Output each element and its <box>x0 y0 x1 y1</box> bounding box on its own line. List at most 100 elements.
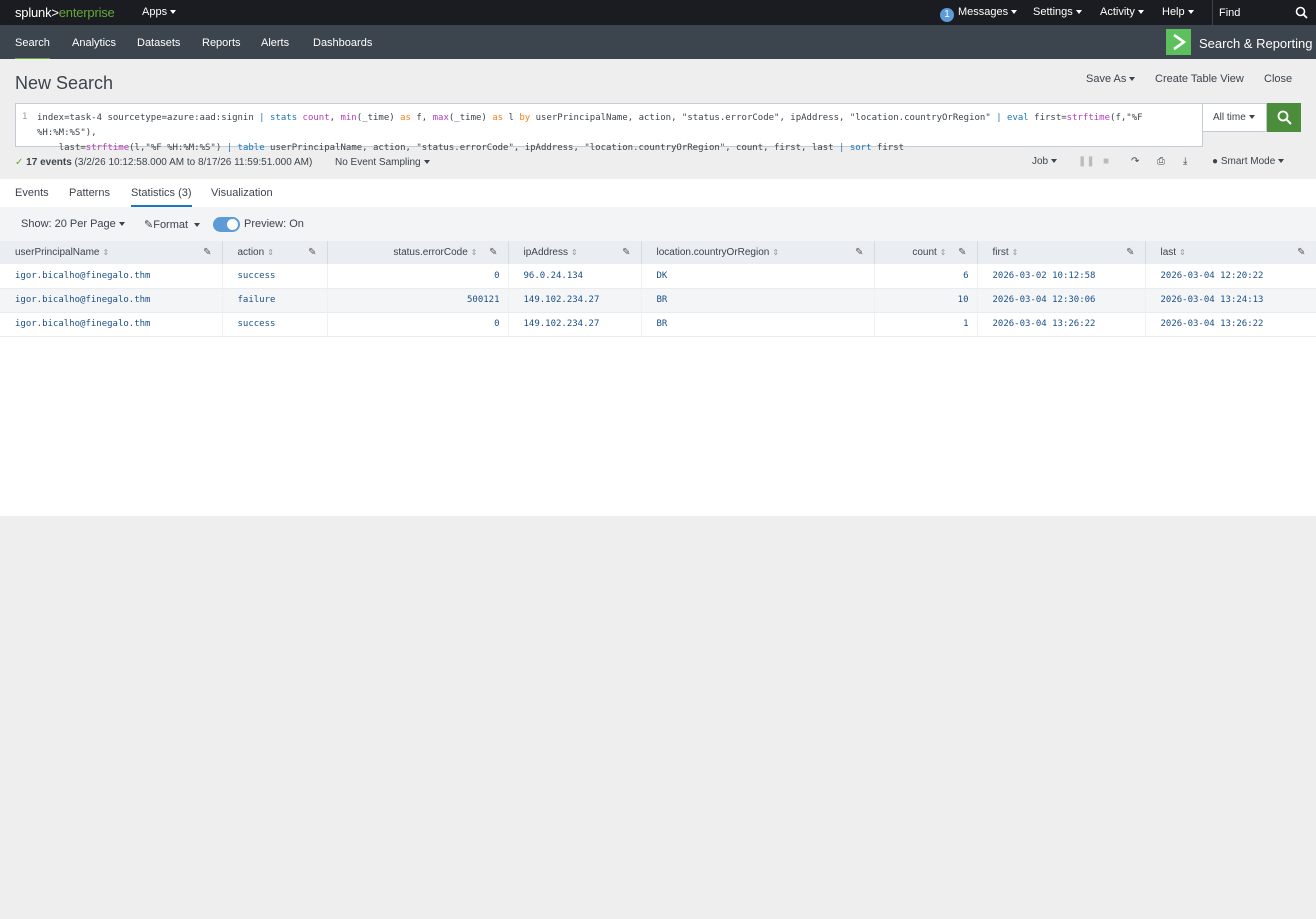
table-cell[interactable]: BR <box>641 312 875 337</box>
job-menu[interactable]: Job <box>1032 156 1058 167</box>
pencil-icon[interactable]: ✎ <box>1297 247 1305 258</box>
share-icon[interactable]: ↷ <box>1131 156 1139 167</box>
search-icon[interactable] <box>1295 6 1308 19</box>
nav-dashboards[interactable]: Dashboards <box>313 37 372 49</box>
table-cell[interactable]: 2026-03-04 13:26:22 <box>1145 312 1316 337</box>
column-header[interactable]: location.countryOrRegion ⇕ ✎ <box>641 241 875 264</box>
pencil-icon[interactable]: ✎ <box>958 247 966 258</box>
page-title: New Search <box>15 73 114 93</box>
pencil-icon[interactable]: ✎ <box>622 247 630 258</box>
nav-reports[interactable]: Reports <box>202 37 241 49</box>
column-header[interactable]: first ⇕ ✎ <box>977 241 1146 264</box>
pause-icon[interactable]: ❚❚ <box>1078 156 1095 167</box>
column-label: first <box>992 247 1009 258</box>
pencil-icon[interactable]: ✎ <box>855 247 863 258</box>
print-icon[interactable]: ⎙ <box>1157 156 1165 167</box>
table-cell[interactable]: 96.0.24.134 <box>508 264 642 289</box>
table-cell[interactable]: 2026-03-02 10:12:58 <box>977 264 1146 289</box>
table-cell[interactable]: 0 <box>327 264 509 289</box>
sort-icon[interactable]: ⇕ <box>1012 248 1019 257</box>
pencil-icon[interactable]: ✎ <box>308 247 316 258</box>
sort-icon[interactable]: ⇕ <box>772 248 779 257</box>
column-header[interactable]: last ⇕ ✎ <box>1145 241 1316 264</box>
pencil-icon[interactable]: ✎ <box>1126 247 1134 258</box>
help-label: Help <box>1162 6 1185 18</box>
table-cell[interactable]: 10 <box>874 288 978 313</box>
table-cell[interactable]: 6 <box>874 264 978 289</box>
nav-search[interactable]: Search <box>15 37 50 61</box>
per-page-menu[interactable]: Show: 20 Per Page <box>21 218 125 230</box>
table-cell[interactable]: 2026-03-04 13:26:22 <box>977 312 1146 337</box>
sort-icon[interactable]: ⇕ <box>267 248 274 257</box>
tab-events[interactable]: Events <box>15 187 49 199</box>
close-button[interactable]: Close <box>1264 73 1292 85</box>
search-mode-menu[interactable]: ● Smart Mode <box>1212 156 1285 167</box>
nav-alerts[interactable]: Alerts <box>261 37 289 49</box>
column-header[interactable]: status.errorCode ⇕ ✎ <box>327 241 509 264</box>
column-header[interactable]: action ⇕ ✎ <box>222 241 328 264</box>
app-title[interactable]: Search & Reporting <box>1199 36 1312 51</box>
settings-menu[interactable]: Settings <box>1033 6 1082 18</box>
splunk-logo[interactable]: splunk>enterprise <box>15 5 115 20</box>
table-row: igor.bicalho@finegalo.thm success 0 149.… <box>0 312 1316 337</box>
table-cell[interactable]: 2026-03-04 12:20:22 <box>1145 264 1316 289</box>
save-as-button[interactable]: Save As <box>1086 73 1136 85</box>
table-cell[interactable]: DK <box>641 264 875 289</box>
create-table-view-button[interactable]: Create Table View <box>1155 73 1244 85</box>
export-icon[interactable]: ⤓ <box>1183 156 1187 167</box>
chevron-down-icon <box>194 223 201 228</box>
tab-visualization[interactable]: Visualization <box>211 187 273 199</box>
table-cell[interactable]: success <box>222 312 328 337</box>
sort-icon[interactable]: ⇕ <box>471 248 478 257</box>
settings-label: Settings <box>1033 6 1073 18</box>
format-menu[interactable]: ✎Format <box>144 218 201 231</box>
table-header-row: userPrincipalName ⇕ ✎ action ⇕ ✎ status.erro… <box>0 241 1316 264</box>
activity-menu[interactable]: Activity <box>1100 6 1144 18</box>
column-label: status.errorCode <box>393 247 468 258</box>
table-cell[interactable]: 500121 <box>327 288 509 313</box>
table-cell[interactable]: success <box>222 264 328 289</box>
sort-icon[interactable]: ⇕ <box>102 248 109 257</box>
pencil-icon[interactable]: ✎ <box>203 247 211 258</box>
check-icon: ✓ <box>15 157 24 168</box>
help-menu[interactable]: Help <box>1162 6 1194 18</box>
table-cell[interactable]: 149.102.234.27 <box>508 288 642 313</box>
tab-statistics[interactable]: Statistics (3) <box>131 187 192 207</box>
table-cell[interactable]: igor.bicalho@finegalo.thm <box>0 288 223 313</box>
table-cell[interactable]: 149.102.234.27 <box>508 312 642 337</box>
table-cell[interactable]: failure <box>222 288 328 313</box>
find-box <box>1212 0 1316 25</box>
tab-patterns[interactable]: Patterns <box>69 187 110 199</box>
find-input[interactable] <box>1219 3 1289 22</box>
stop-icon[interactable]: ■ <box>1103 156 1109 167</box>
table-cell[interactable]: 1 <box>874 312 978 337</box>
nav-datasets[interactable]: Datasets <box>137 37 180 49</box>
sort-icon[interactable]: ⇕ <box>1179 248 1186 257</box>
table-cell[interactable]: 2026-03-04 13:24:13 <box>1145 288 1316 313</box>
table-cell[interactable]: BR <box>641 288 875 313</box>
run-search-button[interactable] <box>1267 103 1301 132</box>
apps-menu[interactable]: Apps <box>142 6 177 18</box>
sampling-label: No Event Sampling <box>335 157 421 168</box>
preview-toggle[interactable] <box>213 217 240 232</box>
table-cell[interactable]: 2026-03-04 12:30:06 <box>977 288 1146 313</box>
sort-icon[interactable]: ⇕ <box>571 248 578 257</box>
app-bar: Search Analytics Datasets Reports Alerts… <box>0 25 1316 61</box>
nav-analytics[interactable]: Analytics <box>72 37 116 49</box>
table-cell[interactable]: igor.bicalho@finegalo.thm <box>0 312 223 337</box>
time-range-text: (3/2/26 10:12:58.000 AM to 8/17/26 11:59… <box>74 157 313 168</box>
event-sampling-menu[interactable]: No Event Sampling <box>335 157 430 168</box>
chevron-down-icon <box>1011 10 1018 15</box>
column-header[interactable]: userPrincipalName ⇕ ✎ <box>0 241 223 264</box>
sort-icon[interactable]: ⇕ <box>940 248 947 257</box>
column-header[interactable]: ipAddress ⇕ ✎ <box>508 241 642 264</box>
table-cell[interactable]: igor.bicalho@finegalo.thm <box>0 264 223 289</box>
column-header[interactable]: count ⇕ ✎ <box>874 241 978 264</box>
time-range-picker[interactable]: All time <box>1203 103 1267 132</box>
search-query-editor[interactable]: 1 index=task-4 sourcetype=azure:aad:sign… <box>15 103 1203 153</box>
search-query-text[interactable]: index=task-4 sourcetype=azure:aad:signin… <box>37 111 1197 156</box>
bulb-icon: ● <box>1212 156 1219 167</box>
messages-menu[interactable]: 1 Messages <box>940 6 1018 22</box>
pencil-icon[interactable]: ✎ <box>489 247 497 258</box>
table-cell[interactable]: 0 <box>327 312 509 337</box>
